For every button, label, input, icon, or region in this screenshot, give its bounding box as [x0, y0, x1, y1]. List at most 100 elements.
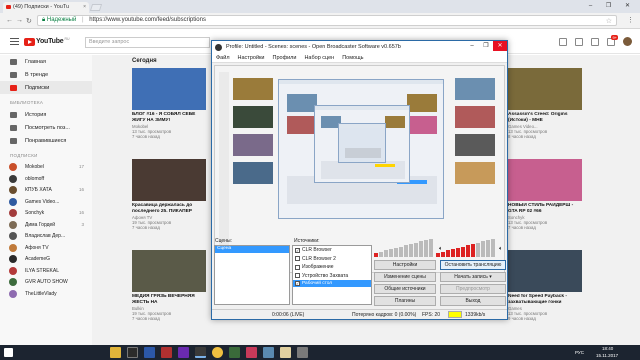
- minimize-icon[interactable]: –: [465, 41, 479, 51]
- browser-menu-icon[interactable]: ⋮: [627, 16, 634, 24]
- app-gray-icon[interactable]: [297, 347, 308, 358]
- sidebar-subscription[interactable]: Дима Гордей 3: [0, 219, 92, 231]
- sidebar-subscription[interactable]: Владислав Дер...: [0, 230, 92, 242]
- reload-icon[interactable]: ↻: [26, 17, 32, 25]
- video-thumbnail[interactable]: [132, 68, 206, 110]
- browser-tab[interactable]: (49) Подписки - YouTu ×: [3, 2, 89, 13]
- plugins-button[interactable]: Плагины: [374, 296, 436, 306]
- app-red-icon[interactable]: [161, 347, 172, 358]
- upload-icon[interactable]: [559, 37, 567, 46]
- sources-list[interactable]: ✓ CLR Browser CLR Browser 2 Изображение Устр…: [292, 245, 372, 305]
- exit-button[interactable]: Выход: [440, 296, 506, 306]
- maximize-icon[interactable]: ❐: [479, 41, 493, 51]
- apps-icon[interactable]: [575, 37, 583, 46]
- sidebar-subscription[interactable]: Афоня TV: [0, 242, 92, 254]
- sidebar-subscription[interactable]: КПУБ ХАТА 16: [0, 184, 92, 196]
- explorer-icon[interactable]: [110, 347, 121, 358]
- source-checkbox[interactable]: [295, 264, 300, 270]
- source-item[interactable]: Устройство Захвата: [293, 272, 371, 281]
- settings-button[interactable]: Настройки: [374, 260, 436, 270]
- desktop-volume-icon[interactable]: 🔈︎: [439, 246, 443, 253]
- video-card[interactable]: МЕДИЯ ГРЯЗЬ ВЕЧЕРНЯЯ ЖЕСТЬ НА Bulkin 19 ты…: [132, 250, 206, 321]
- bookmark-star-icon[interactable]: ☆: [606, 17, 612, 25]
- video-card[interactable]: БЛОГ #16 - Я СОБЯЛ СЕБЕ ЖИГУ НА ЗИМУ! Mok…: [132, 68, 206, 139]
- hamburger-menu-icon[interactable]: [10, 38, 19, 45]
- clock-time[interactable]: 18:40: [602, 346, 613, 351]
- close-icon[interactable]: ✕: [493, 41, 507, 51]
- app-blue-icon[interactable]: [263, 347, 274, 358]
- video-card[interactable]: НОВЫЙ СТИЛЬ РАЙДЕРШ - GTA RP 02 #66 Sonch…: [508, 159, 582, 230]
- scenes-list[interactable]: Сцена: [214, 245, 290, 305]
- sidebar-subscription[interactable]: AcademeG: [0, 253, 92, 265]
- app-purple-icon[interactable]: [178, 347, 189, 358]
- sidebar-item-liked[interactable]: Понравившиеся: [0, 134, 92, 147]
- windows-start-icon[interactable]: [4, 348, 13, 357]
- bell-icon[interactable]: 9+: [607, 34, 618, 46]
- clock-date[interactable]: 15.11.2017: [596, 353, 618, 358]
- sidebar-item-subscriptions[interactable]: Подписки: [0, 81, 92, 94]
- source-item[interactable]: ✓ Рабочий стол: [293, 280, 371, 287]
- app-pink-icon[interactable]: [246, 347, 257, 358]
- source-checkbox[interactable]: ✓: [295, 281, 300, 286]
- video-title[interactable]: НОВЫЙ СТИЛЬ РАЙДЕРШ - GTA RP 02 #66: [508, 203, 582, 214]
- video-thumbnail[interactable]: [508, 159, 582, 201]
- sidebar-item-home[interactable]: Главная: [0, 55, 92, 68]
- video-thumbnail[interactable]: [508, 250, 582, 292]
- video-thumbnail[interactable]: [132, 250, 206, 292]
- video-thumbnail[interactable]: [508, 68, 582, 110]
- back-icon[interactable]: ←: [6, 17, 13, 24]
- video-title[interactable]: Need for Speed Payback - захватывающие г…: [508, 294, 582, 305]
- obs-taskbar-icon[interactable]: [195, 347, 206, 358]
- search-input[interactable]: Введите запрос: [85, 37, 210, 48]
- language-indicator[interactable]: РУС: [575, 350, 584, 355]
- video-card[interactable]: Красавица держалась до последнего 25. ПИ…: [132, 159, 206, 230]
- url-input[interactable]: 🔒︎ Надежный | https://www.youtube.com/fe…: [37, 15, 617, 26]
- avatar[interactable]: [623, 37, 632, 46]
- preview-button[interactable]: Предпросмотр: [440, 284, 506, 294]
- terminal-icon[interactable]: [127, 347, 138, 358]
- video-card[interactable]: Assassin's Creed: Origins (Истоки) - МНЕ…: [508, 68, 582, 139]
- window-controls[interactable]: – ❐ ✕: [589, 2, 636, 9]
- video-thumbnail[interactable]: [132, 159, 206, 201]
- sidebar-subscription[interactable]: oblomoff: [0, 173, 92, 185]
- sidebar-item-watch-later[interactable]: Посмотреть поз...: [0, 121, 92, 134]
- sidebar-subscription[interactable]: Sonchyk 16: [0, 207, 92, 219]
- stop-stream-button[interactable]: Остановить трансляцию: [440, 260, 506, 270]
- sidebar-subscription[interactable]: ILYA STREKAL: [0, 265, 92, 277]
- sidebar-item-history[interactable]: История: [0, 108, 92, 121]
- video-title[interactable]: МЕДИЯ ГРЯЗЬ ВЕЧЕРНЯЯ ЖЕСТЬ НА: [132, 294, 206, 305]
- app-cream-icon[interactable]: [280, 347, 291, 358]
- obs-menu-item[interactable]: Профили: [273, 55, 297, 62]
- source-item[interactable]: CLR Browser 2: [293, 255, 371, 264]
- sidebar-subscription[interactable]: TheLittleVlady: [0, 288, 92, 300]
- obs-menu-item[interactable]: Помощь: [342, 55, 363, 62]
- youtube-logo[interactable]: YouTube RU: [24, 37, 70, 46]
- forward-icon[interactable]: →: [16, 17, 23, 24]
- mic-volume-icon[interactable]: 🔈︎: [499, 246, 503, 253]
- messages-icon[interactable]: [591, 37, 599, 46]
- source-item[interactable]: Изображение: [293, 263, 371, 272]
- tab-close-icon[interactable]: ×: [83, 4, 86, 10]
- obs-menu-item[interactable]: Настройки: [238, 55, 265, 62]
- video-title[interactable]: БЛОГ #16 - Я СОБЯЛ СЕБЕ ЖИГУ НА ЗИМУ!: [132, 112, 206, 123]
- source-item[interactable]: ✓ CLR Browser: [293, 246, 371, 255]
- obs-menu-item[interactable]: Набор сцен: [304, 55, 334, 62]
- sidebar-subscription[interactable]: Mokobel 17: [0, 161, 92, 173]
- source-checkbox[interactable]: [295, 256, 300, 262]
- source-checkbox[interactable]: [295, 273, 300, 279]
- video-title[interactable]: Assassin's Creed: Origins (Истоки) - МНЕ: [508, 112, 582, 123]
- sidebar-item-trending[interactable]: В тренде: [0, 68, 92, 81]
- new-tab-button[interactable]: [89, 4, 103, 11]
- app-green-icon[interactable]: [229, 347, 240, 358]
- scene-item[interactable]: Сцена: [215, 246, 289, 253]
- obs-menu-item[interactable]: Файл: [216, 55, 230, 62]
- sidebar-subscription[interactable]: GVR AUTO SHOW: [0, 276, 92, 288]
- source-checkbox[interactable]: ✓: [295, 247, 300, 253]
- global-sources-button[interactable]: Общие источники: [374, 284, 436, 294]
- video-card[interactable]: Need for Speed Payback - захватывающие г…: [508, 250, 582, 321]
- start-record-button[interactable]: Начать запись ▾: [440, 272, 506, 282]
- edit-scene-button[interactable]: Изменение сцены: [374, 272, 436, 282]
- photoshop-icon[interactable]: [144, 347, 155, 358]
- video-title[interactable]: Красавица держалась до последнего 25. ПИ…: [132, 203, 206, 214]
- sidebar-subscription[interactable]: Games Video...: [0, 196, 92, 208]
